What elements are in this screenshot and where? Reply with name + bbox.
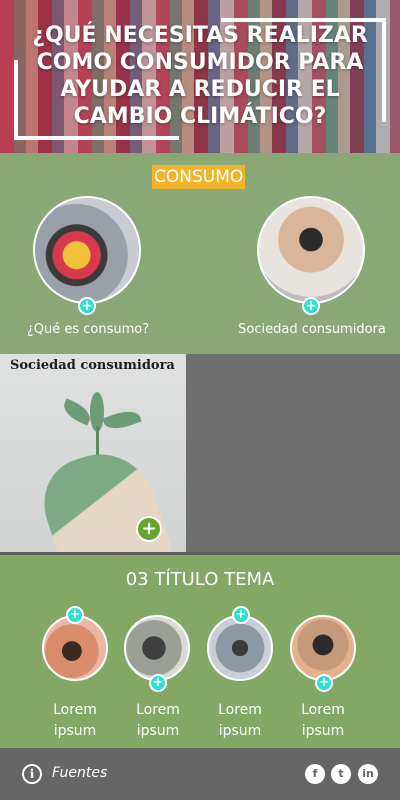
footer: i Fuentes f t in <box>0 748 400 800</box>
sources-link[interactable]: Fuentes <box>52 765 107 781</box>
plus-icon[interactable]: + <box>78 297 96 315</box>
plus-icon[interactable]: + <box>66 606 84 624</box>
leaf-shape <box>102 406 142 434</box>
consumo-item-label[interactable]: ¿Qué es consumo? <box>8 322 168 337</box>
tema-image-4[interactable] <box>290 615 356 681</box>
image-title: Sociedad consumidora <box>10 358 175 373</box>
plus-button[interactable]: + <box>136 516 162 542</box>
section-title: 03 TÍTULO TEMA <box>125 569 275 590</box>
consumo-section: CONSUMO + ¿Qué es consumo? + Sociedad co… <box>0 153 400 354</box>
plus-icon[interactable]: + <box>302 297 320 315</box>
info-icon[interactable]: i <box>22 764 42 784</box>
tema-section: 03 TÍTULO TEMA + Lorem ipsum + Lorem ips… <box>0 555 400 748</box>
consumo-item-label[interactable]: Sociedad consumidora <box>228 322 396 337</box>
page-title: ¿QUÉ NECESITAS REALIZAR COMO CONSUMIDOR … <box>32 23 368 129</box>
twitter-icon[interactable]: t <box>331 764 351 784</box>
plus-icon[interactable]: + <box>149 674 167 692</box>
tema-image-3[interactable] <box>207 615 273 681</box>
consumo-image-shoes[interactable] <box>257 196 365 304</box>
tema-item-label[interactable]: Lorem ipsum <box>35 700 115 742</box>
plus-icon[interactable]: + <box>232 606 250 624</box>
facebook-icon[interactable]: f <box>305 764 325 784</box>
content-panel <box>186 354 400 552</box>
tema-image-1[interactable] <box>42 615 108 681</box>
plus-icon[interactable]: + <box>315 674 333 692</box>
tema-image-2[interactable] <box>124 615 190 681</box>
leaf-shape <box>60 398 94 426</box>
section-badge: CONSUMO <box>152 165 246 189</box>
consumo-image-shopping-cart[interactable] <box>33 196 141 304</box>
header-banner: ¿QUÉ NECESITAS REALIZAR COMO CONSUMIDOR … <box>0 0 400 153</box>
linkedin-icon[interactable]: in <box>358 764 378 784</box>
tema-item-label[interactable]: Lorem ipsum <box>200 700 280 742</box>
tema-item-label[interactable]: Lorem ipsum <box>283 700 363 742</box>
tema-item-label[interactable]: Lorem ipsum <box>118 700 198 742</box>
